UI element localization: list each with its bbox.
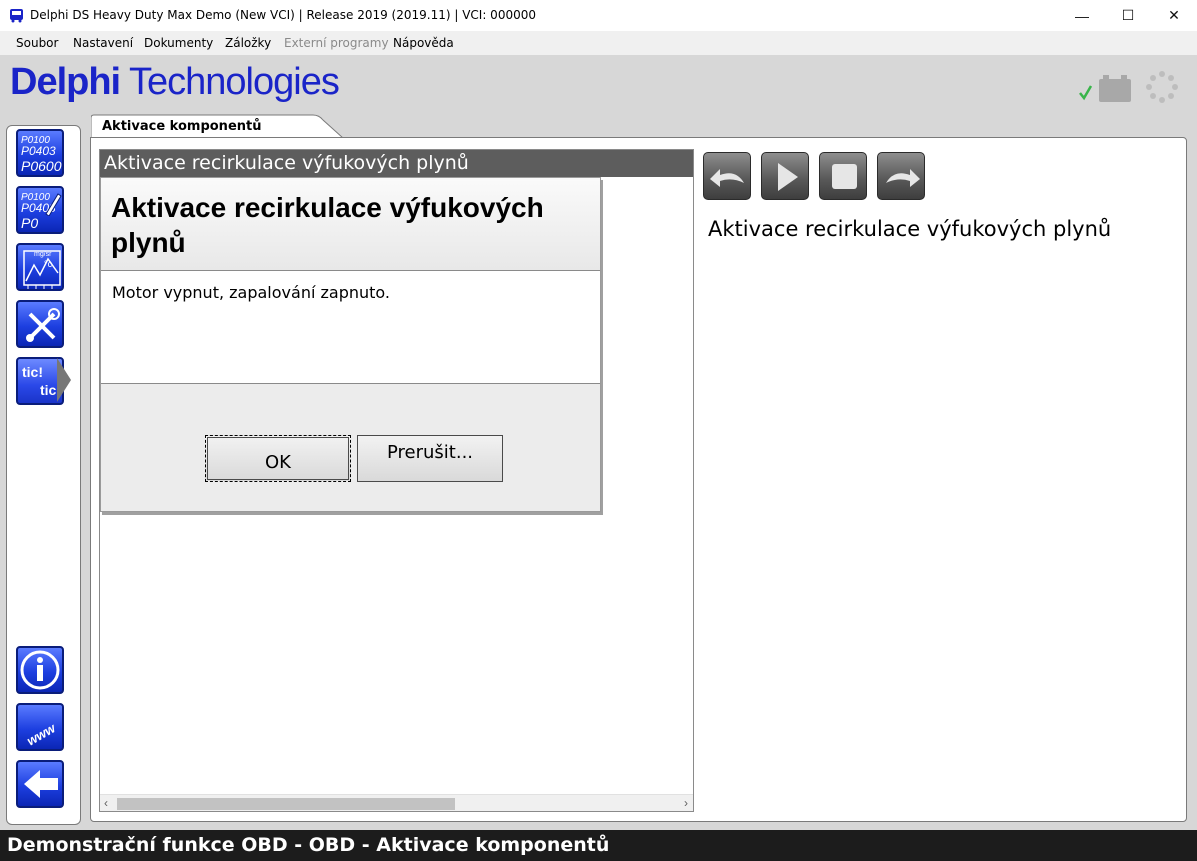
sidebar-item-www[interactable]: www [16, 703, 64, 751]
sidebar-item-info[interactable] [16, 646, 64, 694]
ok-button[interactable]: OK [205, 435, 351, 482]
svg-text:www: www [24, 720, 59, 749]
sidebar-item-service-tools[interactable] [16, 300, 64, 348]
battery-icon [1099, 75, 1131, 102]
dtc-line: P0600 [21, 158, 62, 174]
tools-icon [26, 308, 60, 342]
minimize-button[interactable]: — [1059, 0, 1105, 31]
horizontal-scrollbar[interactable]: ‹ › [100, 794, 693, 811]
menu-nastaveni[interactable]: Nastavení [73, 36, 133, 50]
menu-dokumenty[interactable]: Dokumenty [144, 36, 213, 50]
dialog-message: Motor vypnut, zapalování zapnuto. [101, 271, 600, 384]
function-title: Aktivace recirkulace výfukových plynů [708, 217, 1112, 241]
redo-arrow-icon [886, 169, 920, 187]
stop-icon [832, 164, 857, 189]
next-step-button[interactable] [877, 152, 925, 200]
sidebar-item-live-data[interactable]: mg/sr °c [16, 243, 64, 291]
eraser-icon [45, 193, 62, 216]
sidebar: P0100 P0403 P0600 P0100 P0403 P0 mg/sr °… [6, 125, 81, 825]
maximize-button[interactable]: ☐ [1105, 0, 1151, 31]
info-icon [20, 650, 60, 690]
scroll-left-icon[interactable]: ‹ [104, 796, 108, 810]
sidebar-item-erase-dtc[interactable]: P0100 P0403 P0 [16, 186, 64, 234]
play-icon [778, 163, 798, 191]
header: Delphi Technologies [0, 55, 1197, 115]
active-item-pointer [57, 358, 71, 402]
title-bar: Delphi DS Heavy Duty Max Demo (New VCI) … [0, 0, 1197, 31]
delphi-logo: Delphi Technologies [10, 61, 340, 104]
scroll-right-icon[interactable]: › [684, 796, 688, 810]
app-icon [10, 9, 23, 23]
dtc-line: P0403 [21, 144, 56, 158]
tic-label: tic! [22, 364, 43, 380]
tab-label[interactable]: Aktivace komponentů [102, 119, 261, 134]
menu-napoveda[interactable]: Nápověda [393, 36, 454, 50]
pane-header: Aktivace recirkulace výfukových plynů [100, 150, 693, 177]
sidebar-item-read-dtc[interactable]: P0100 P0403 P0600 [16, 129, 64, 177]
play-button[interactable] [761, 152, 809, 200]
maximize-icon: ☐ [1121, 7, 1135, 23]
window-title: Delphi DS Heavy Duty Max Demo (New VCI) … [30, 8, 536, 22]
back-arrow-icon [24, 770, 58, 798]
minimize-icon: — [1075, 7, 1089, 24]
menu-zalozky[interactable]: Záložky [225, 36, 271, 50]
close-button[interactable]: ✕ [1151, 0, 1197, 31]
unit-label: °c [44, 259, 53, 269]
status-icons [1079, 71, 1178, 103]
logo-technologies: Technologies [129, 61, 340, 103]
menu-soubor[interactable]: Soubor [16, 36, 58, 50]
checkmark-icon [1079, 85, 1093, 101]
logo-delphi: Delphi [10, 61, 121, 103]
menu-bar: Soubor Nastavení Dokumenty Záložky Exter… [0, 31, 1197, 55]
scroll-thumb[interactable] [117, 798, 455, 810]
stop-button[interactable] [819, 152, 867, 200]
previous-step-button[interactable] [703, 152, 751, 200]
status-bar: Demonstrační funkce OBD - OBD - Aktivace… [0, 830, 1197, 861]
loading-spinner-icon [1146, 71, 1178, 103]
dtc-line: P0 [21, 215, 39, 231]
dialog-title: Aktivace recirkulace výfukových plynů [101, 178, 600, 271]
undo-arrow-icon [710, 169, 744, 187]
abort-button[interactable]: Prerušit... [357, 435, 503, 482]
sidebar-item-back[interactable] [16, 760, 64, 808]
www-icon: www [24, 720, 59, 749]
menu-externi-programy: Externí programy [284, 36, 389, 50]
close-icon: ✕ [1168, 7, 1180, 23]
